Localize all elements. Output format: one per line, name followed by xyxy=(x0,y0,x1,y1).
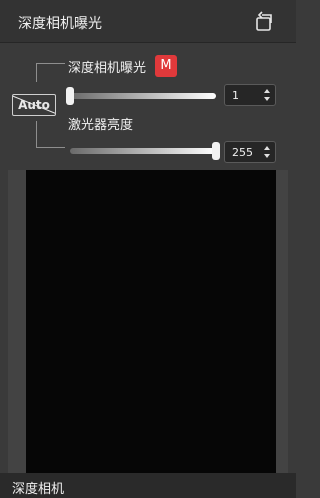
exposure-slider[interactable] xyxy=(66,87,216,105)
exposure-controls: Auto 深度相机曝光 M 1 激光器亮度 255 xyxy=(0,43,296,170)
panel-header: 深度相机曝光 xyxy=(0,0,296,43)
exposure-slider-thumb[interactable] xyxy=(66,87,74,105)
laser-slider-track xyxy=(70,148,216,154)
exposure-spinbox[interactable]: 1 xyxy=(224,84,276,106)
laser-brightness-slider[interactable] xyxy=(70,142,220,160)
laser-value: 255 xyxy=(232,146,253,159)
spin-up-icon[interactable] xyxy=(264,89,270,93)
laser-label: 激光器亮度 xyxy=(68,118,134,133)
depth-camera-exposure-panel: 深度相机曝光 Auto 深度相机曝光 M 1 激光器亮度 xyxy=(0,0,296,498)
camera-viewport xyxy=(8,170,288,473)
bracket-top xyxy=(36,63,65,82)
camera-name-label: 深度相机 xyxy=(12,482,65,497)
panel-title: 深度相机曝光 xyxy=(18,16,102,32)
laser-slider-thumb[interactable] xyxy=(212,142,220,160)
viewport-footer: 深度相机 xyxy=(0,473,296,498)
exposure-label: 深度相机曝光 xyxy=(68,61,147,76)
auto-exposure-toggle[interactable]: Auto xyxy=(12,94,56,116)
rotate-reset-icon[interactable] xyxy=(254,10,276,32)
exposure-value: 1 xyxy=(232,89,239,102)
spin-down-icon[interactable] xyxy=(264,154,270,158)
spin-down-icon[interactable] xyxy=(264,97,270,101)
depth-camera-feed xyxy=(26,170,276,473)
spin-up-icon[interactable] xyxy=(264,146,270,150)
manual-mode-badge[interactable]: M xyxy=(155,55,177,77)
bracket-bottom xyxy=(36,121,65,148)
exposure-slider-track xyxy=(70,93,216,99)
laser-spinbox[interactable]: 255 xyxy=(224,141,276,163)
